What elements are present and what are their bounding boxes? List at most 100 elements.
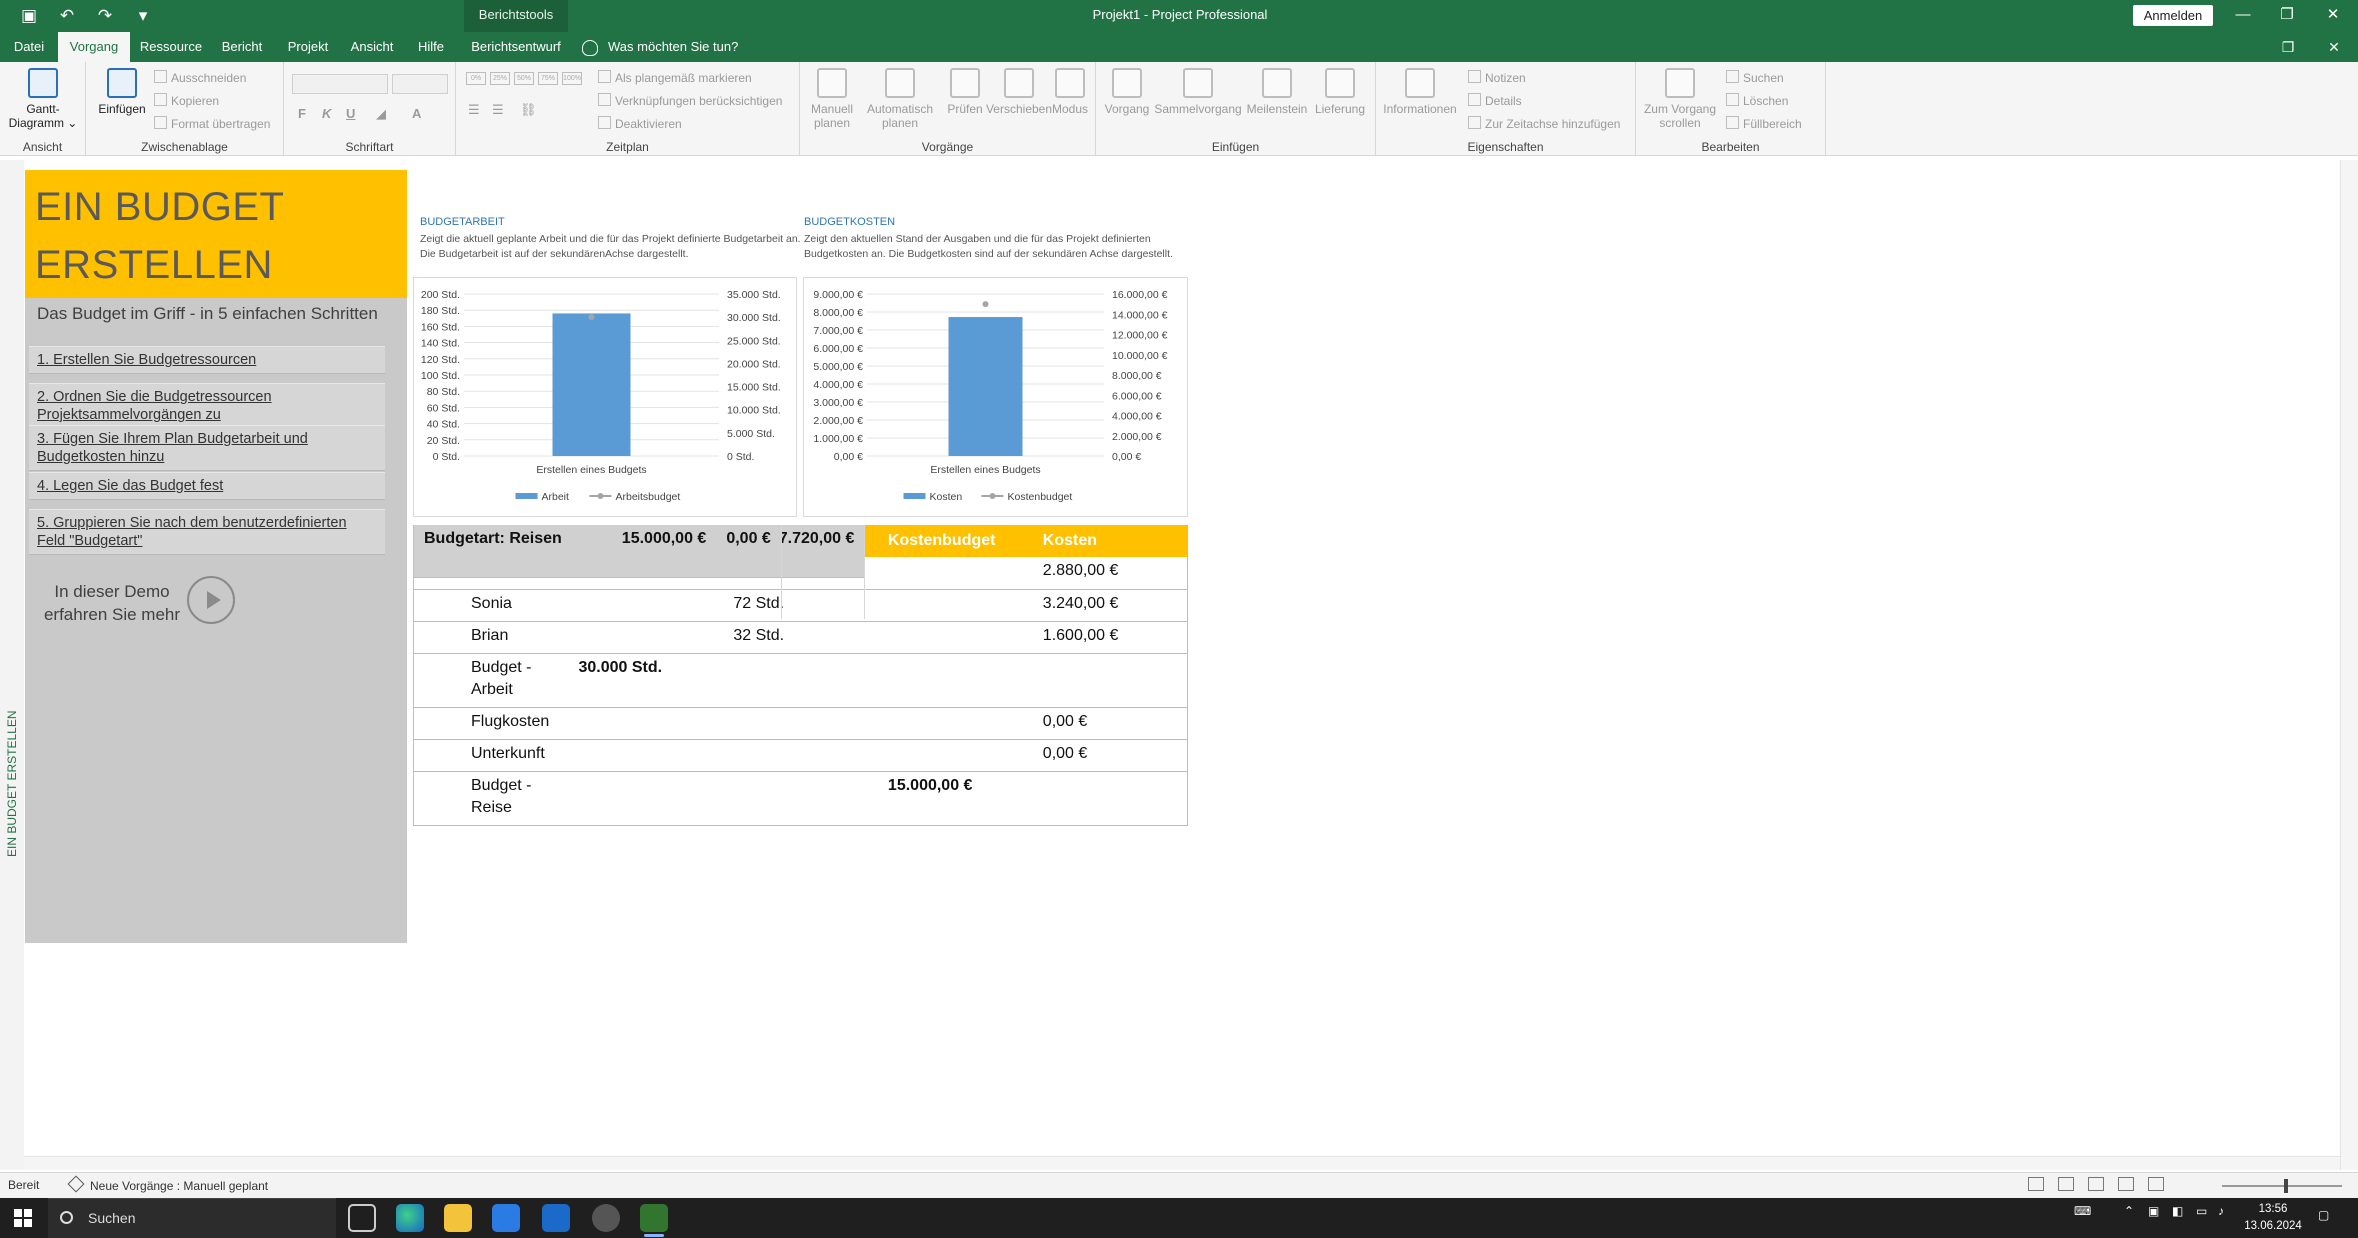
link-tasks-icon[interactable]: ⛓ [520,102,537,118]
tell-me-search[interactable]: Was möchten Sie tun? [582,32,738,62]
zoom-50-button[interactable]: 50% [514,72,534,85]
information-button[interactable]: Informationen [1380,68,1460,116]
play-icon[interactable] [187,576,235,624]
meet-icon[interactable]: ▣ [2148,1204,2159,1218]
indent-icon[interactable]: ☰ [492,102,504,118]
close-icon[interactable]: ✕ [2308,0,2358,32]
bar-arbeit[interactable] [552,313,631,456]
cut-button[interactable]: Ausschneiden [154,70,246,85]
outdent-icon[interactable]: ☰ [468,102,480,118]
store-icon[interactable] [492,1204,520,1232]
bar-kosten[interactable] [948,317,1023,456]
table-row[interactable]: Budget - Arbeit 30.000 Std. [413,653,1188,708]
keyboard-icon[interactable]: ⌨ [2074,1204,2091,1218]
manual-schedule-button[interactable]: Manuell planen [806,68,858,130]
tab-projekt[interactable]: Projekt [278,32,338,62]
font-name-combo[interactable] [292,74,388,94]
ribbon-display-icon[interactable]: ❐ [2268,32,2308,62]
font-size-combo[interactable] [392,74,448,94]
zoom-25-button[interactable]: 25% [490,72,510,85]
step-link-5[interactable]: 5. Gruppieren Sie nach dem benutzerdefin… [29,509,385,555]
zoom-75-button[interactable]: 75% [538,72,558,85]
paste-button[interactable]: Einfügen [94,68,150,116]
horizontal-scrollbar[interactable] [24,1156,2340,1170]
mode-button[interactable]: Modus [1048,68,1092,116]
copy-button[interactable]: Kopieren [154,93,219,108]
tab-datei[interactable]: Datei [6,32,52,62]
gantt-chart-button[interactable]: Gantt- Diagramm ⌄ [8,68,78,130]
redo-icon[interactable]: ↷ [90,4,120,28]
tab-vorgang[interactable]: Vorgang [58,32,130,62]
tab-ansicht[interactable]: Ansicht [344,32,400,62]
security-icon[interactable]: ◧ [2172,1204,2183,1218]
close-doc-icon[interactable]: ✕ [2314,32,2354,62]
italic-button[interactable]: K [322,106,331,121]
zoom-0-button[interactable]: 0% [466,72,486,85]
zoom-slider[interactable] [2222,1179,2342,1193]
underline-button[interactable]: U [346,106,355,121]
tray-chevron-icon[interactable]: ⌃ [2124,1204,2134,1218]
step-link-3[interactable]: 3. Fügen Sie Ihrem Plan Budgetarbeit und… [29,425,385,471]
minimize-icon[interactable]: — [2218,0,2268,32]
signin-button[interactable]: Anmelden [2133,5,2213,26]
table-row[interactable]: Budget - Reise 15.000,00 € [413,771,1188,826]
save-icon[interactable]: ▣ [14,4,44,28]
project-app-icon[interactable] [640,1204,668,1237]
format-painter-button[interactable]: Format übertragen [154,116,270,131]
network-icon[interactable]: ▭ [2196,1204,2207,1218]
font-color-icon[interactable]: A [412,106,421,121]
bold-button[interactable]: F [298,106,306,121]
scroll-to-task-button[interactable]: Zum Vorgang scrollen [1640,68,1720,130]
customize-qat-icon[interactable]: ▾ [128,4,158,28]
move-button[interactable]: Verschieben [980,68,1058,116]
view-calendar-icon[interactable] [2028,1177,2044,1191]
summary-task-button[interactable]: Sammelvorgang [1152,68,1244,116]
details-button[interactable]: Details [1468,93,1522,108]
status-new-tasks[interactable]: Neue Vorgänge : Manuell geplant [70,1178,268,1193]
tab-hilfe[interactable]: Hilfe [406,32,456,62]
view-sheet-icon[interactable] [2118,1177,2134,1191]
notes-button[interactable]: Notizen [1468,70,1526,85]
settings-icon[interactable] [592,1204,620,1232]
file-explorer-icon[interactable] [444,1204,472,1232]
view-taskusage-icon[interactable] [2088,1177,2104,1191]
fill-button[interactable]: Füllbereich [1726,116,1802,131]
task-view-icon[interactable] [348,1204,376,1232]
auto-schedule-button[interactable]: Automatisch planen [862,68,938,130]
table-row[interactable]: Brian 32 Std. 1.600,00 € [413,621,1188,654]
vertical-scrollbar[interactable] [2340,160,2358,1170]
insert-task-button[interactable]: Vorgang [1104,68,1150,116]
clear-button[interactable]: Löschen [1726,93,1788,108]
step-link-4[interactable]: 4. Legen Sie das Budget fest [29,472,385,500]
find-button[interactable]: Suchen [1726,70,1784,85]
respect-links-button[interactable]: Verknüpfungen berücksichtigen [598,93,782,108]
point-kostenbudget[interactable] [982,301,989,308]
restore-icon[interactable]: ❐ [2262,0,2312,32]
deactivate-button[interactable]: Deaktivieren [598,116,682,131]
milestone-button[interactable]: Meilenstein [1244,68,1310,116]
taskbar-search[interactable]: Suchen [48,1198,336,1238]
edge-icon[interactable] [396,1204,424,1232]
view-report-icon[interactable] [2148,1177,2164,1191]
step-link-2[interactable]: 2. Ordnen Sie die Budgetressourcen Proje… [29,383,385,429]
table-row[interactable]: Unterkunft 0,00 € [413,739,1188,772]
view-gantt-icon[interactable] [2058,1177,2074,1191]
deliverable-button[interactable]: Lieferung [1310,68,1370,116]
highlight-icon[interactable]: ◢ [376,106,386,122]
taskbar-clock[interactable]: 13:56 13.06.2024 [2238,1201,2308,1235]
zoom-100-button[interactable]: 100% [562,72,582,85]
tab-bericht[interactable]: Bericht [212,32,272,62]
mail-icon[interactable] [542,1204,570,1232]
table-group-row[interactable]: Budgetart: Reisen 15.000,00 €0,00 € [414,525,782,619]
table-row[interactable]: Flugkosten 0,00 € [413,707,1188,740]
add-to-timeline-button[interactable]: Zur Zeitachse hinzufügen [1468,116,1620,131]
windows-start-icon[interactable] [14,1209,32,1227]
point-arbeitsbudget[interactable] [588,314,595,321]
step-link-1[interactable]: 1. Erstellen Sie Budgetressourcen [29,346,385,374]
tab-berichtsentwurf[interactable]: Berichtsentwurf [464,32,568,62]
volume-icon[interactable]: ♪ [2218,1204,2224,1218]
tab-ressource[interactable]: Ressource [136,32,206,62]
notification-icon[interactable]: ▢ [2318,1208,2329,1222]
undo-icon[interactable]: ↶ [52,4,82,28]
mark-on-track-button[interactable]: Als plangemäß markieren [598,70,752,85]
